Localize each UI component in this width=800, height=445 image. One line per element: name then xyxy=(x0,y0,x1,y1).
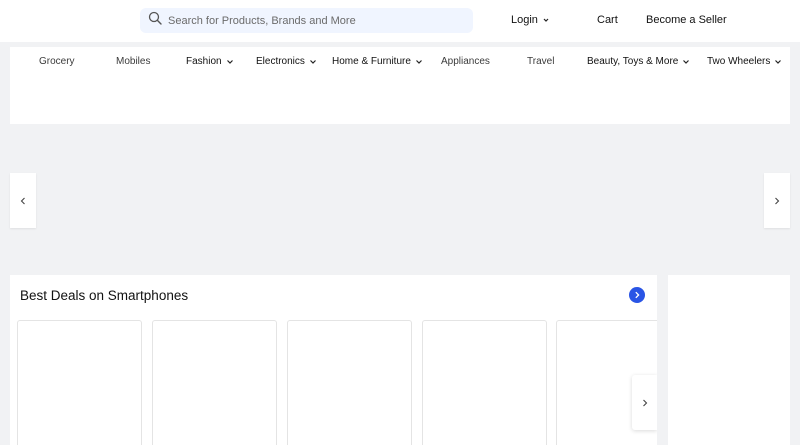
chevron-right-icon xyxy=(775,197,780,204)
category-fashion[interactable]: Fashion xyxy=(186,56,235,67)
category-label: Home & Furniture xyxy=(332,56,411,67)
category-appliances[interactable]: Appliances xyxy=(441,56,490,67)
deals-view-all-button[interactable] xyxy=(629,287,645,303)
banner-next-button[interactable] xyxy=(764,173,790,228)
category-label: Fashion xyxy=(186,56,222,67)
login-button[interactable]: Login xyxy=(511,14,551,26)
category-beauty-toys[interactable]: Beauty, Toys & More xyxy=(587,56,691,67)
become-seller-label: Become a Seller xyxy=(646,14,727,26)
product-card[interactable] xyxy=(287,320,412,445)
chevron-down-icon xyxy=(415,59,422,64)
category-travel[interactable]: Travel xyxy=(527,56,554,67)
chevron-right-icon xyxy=(642,399,647,406)
category-label: Appliances xyxy=(441,56,490,67)
search-input[interactable] xyxy=(168,14,458,27)
banner-prev-button[interactable] xyxy=(10,173,36,228)
product-card[interactable] xyxy=(17,320,142,445)
category-label: Travel xyxy=(527,56,555,67)
chevron-down-icon xyxy=(683,59,690,64)
chevron-down-icon xyxy=(309,59,316,64)
category-mobiles[interactable]: Mobiles xyxy=(116,56,150,67)
side-ad-panel xyxy=(668,275,790,445)
deals-section: Best Deals on Smartphones xyxy=(10,275,657,445)
cart-label: Cart xyxy=(597,14,618,26)
cart-button[interactable]: Cart xyxy=(597,14,618,26)
search-bar[interactable] xyxy=(140,8,473,33)
chevron-down-icon xyxy=(226,59,233,64)
product-card[interactable] xyxy=(422,320,547,445)
become-seller-link[interactable]: Become a Seller xyxy=(646,14,727,26)
chevron-right-icon xyxy=(635,291,640,299)
login-label: Login xyxy=(511,14,538,26)
category-label: Two Wheelers xyxy=(707,56,771,67)
chevron-down-icon xyxy=(543,18,549,22)
top-header: Login Cart Become a Seller xyxy=(0,0,800,42)
category-electronics[interactable]: Electronics xyxy=(256,56,318,67)
category-grocery[interactable]: Grocery xyxy=(39,56,75,67)
category-label: Grocery xyxy=(39,56,75,67)
category-label: Electronics xyxy=(256,56,305,67)
category-label: Mobiles xyxy=(116,56,151,67)
category-label: Beauty, Toys & More xyxy=(587,56,679,67)
deals-title: Best Deals on Smartphones xyxy=(20,288,189,303)
deals-next-button[interactable] xyxy=(632,375,657,430)
chevron-down-icon xyxy=(775,59,782,64)
category-home-furniture[interactable]: Home & Furniture xyxy=(332,56,424,67)
chevron-left-icon xyxy=(20,197,25,204)
search-icon xyxy=(148,11,162,30)
product-card[interactable] xyxy=(152,320,277,445)
category-two-wheelers[interactable]: Two Wheelers xyxy=(707,56,783,67)
